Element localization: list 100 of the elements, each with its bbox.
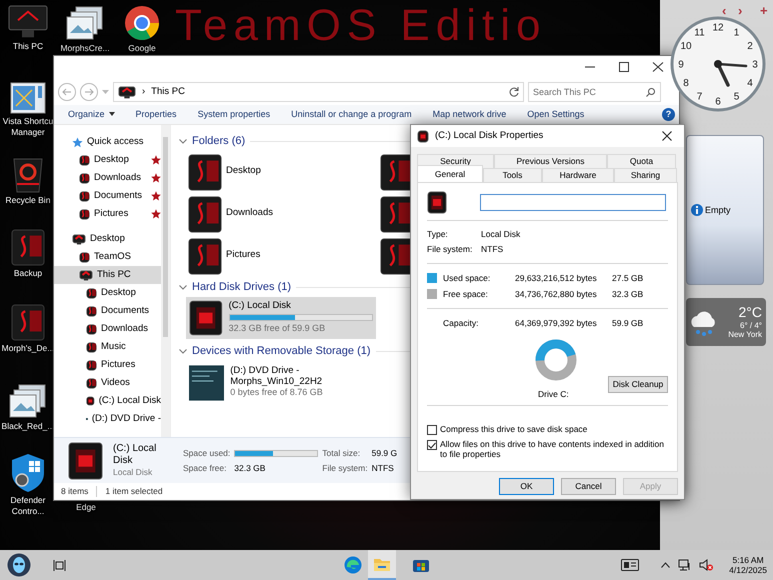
refresh-icon[interactable] — [509, 87, 519, 97]
clock-time[interactable]: 5:16 AM — [732, 554, 764, 565]
window-icon[interactable] — [10, 82, 46, 114]
info-icon — [691, 204, 703, 216]
toolbar-button[interactable]: Open Settings — [527, 109, 584, 120]
nav-item[interactable]: (D:) DVD Drive - — [54, 410, 161, 428]
folder-icon[interactable] — [188, 237, 222, 276]
name-field[interactable] — [480, 194, 666, 211]
nav-item[interactable]: Pictures — [54, 356, 161, 374]
image-stack-icon[interactable] — [66, 5, 104, 41]
size-value: 27.5 GB — [612, 272, 644, 284]
desktop-icon-label[interactable]: Google — [115, 43, 169, 54]
desktop-icon-label[interactable]: Backup — [1, 268, 55, 279]
shield-icon[interactable] — [10, 453, 46, 493]
disk-cleanup-button[interactable]: Disk Cleanup — [608, 376, 668, 393]
left-arrow-icon — [62, 88, 72, 96]
tab[interactable]: Hardware — [542, 168, 614, 182]
nav-item[interactable]: This PC — [54, 266, 161, 284]
nav-item[interactable]: Downloads — [54, 320, 161, 338]
item-name: (C:) Local Disk — [113, 443, 158, 468]
nav-item[interactable]: Documents — [54, 302, 161, 320]
checkbox-label[interactable]: Compress this drive to save disk space — [440, 424, 588, 435]
tab[interactable]: Quota — [607, 154, 676, 168]
checkbox-label[interactable]: Allow files on this drive to have contents indexed in addition to file properties — [440, 439, 668, 460]
nav-item[interactable]: (C:) Local Disk — [54, 392, 161, 410]
toolbar-button[interactable]: Map network drive — [432, 109, 506, 120]
chrome-icon[interactable] — [124, 5, 160, 41]
folder-icon — [79, 190, 90, 202]
checkbox[interactable] — [427, 440, 437, 450]
folder-name[interactable]: Pictures — [226, 249, 260, 261]
desktop-icon-label[interactable]: Recycle Bin — [1, 195, 55, 206]
folder-icon[interactable] — [188, 195, 222, 234]
temperature-range: 6° / 4° — [740, 320, 762, 330]
search-field[interactable]: Search This PC — [528, 82, 661, 102]
desktop-icon-label[interactable]: Black_Red_... — [1, 421, 55, 432]
nav-item[interactable]: Music — [54, 338, 161, 356]
toolbar-button[interactable]: Uninstall or change a program — [291, 109, 412, 120]
nav-item[interactable]: TeamOS — [54, 248, 161, 266]
checkbox[interactable] — [427, 425, 437, 435]
field-value: 59.9 G — [372, 448, 398, 458]
nav-item[interactable]: Downloads — [54, 169, 161, 187]
chevron-down-icon[interactable] — [179, 139, 187, 144]
nav-item[interactable]: Desktop — [54, 284, 161, 302]
toolbar-button[interactable]: Properties — [136, 109, 177, 120]
nav-item[interactable]: Quick access — [54, 133, 161, 151]
clock-date[interactable]: 4/12/2025 — [729, 565, 767, 576]
dialog-button[interactable]: OK — [499, 478, 554, 495]
scrollbar[interactable] — [161, 125, 170, 437]
folder-icon[interactable] — [188, 153, 222, 192]
computer-icon[interactable] — [8, 5, 48, 39]
help-button[interactable]: ? — [662, 108, 675, 121]
desktop-icon-label[interactable]: This PC — [1, 41, 55, 52]
desktop-icon-label[interactable]: Vista Shortcu Manager — [1, 116, 55, 138]
nav-item[interactable]: Videos — [54, 374, 161, 392]
pin-icon[interactable] — [151, 173, 161, 183]
image-stack-icon[interactable] — [9, 383, 47, 419]
tab[interactable]: Sharing — [614, 168, 677, 182]
address-bar[interactable]: › This PC — [113, 82, 524, 102]
gadget-control[interactable]: › — [738, 3, 742, 19]
drive-tile[interactable]: (D:) DVD Drive - Morphs_Win10_22H2 0 bytes free of 8.76 GB — [186, 362, 376, 404]
clock-numeral: 5 — [734, 92, 740, 102]
breadcrumb-item[interactable]: This PC — [151, 86, 185, 98]
store-icon — [412, 557, 430, 573]
drive-tile[interactable]: (C:) Local Disk 32.3 GB free of 59.9 GB — [186, 297, 376, 340]
pin-icon[interactable] — [151, 209, 161, 219]
chevron-down-icon[interactable] — [179, 285, 187, 290]
section-header[interactable]: Hard Disk Drives (1) — [192, 281, 292, 294]
dialog-button[interactable]: Cancel — [561, 478, 616, 495]
field-label: Space free: — [183, 462, 228, 473]
volume-icon[interactable] — [699, 559, 714, 571]
pin-icon[interactable] — [151, 191, 161, 201]
section-header[interactable]: Devices with Removable Storage (1) — [192, 345, 371, 359]
tab[interactable]: General — [417, 165, 483, 182]
byte-count: 64,369,979,392 bytes — [515, 318, 598, 328]
tab[interactable]: Previous Versions — [494, 154, 607, 168]
folder-name[interactable]: Downloads — [226, 207, 273, 219]
drive-icon — [417, 130, 429, 142]
nav-item[interactable]: Desktop — [54, 230, 161, 248]
desktop-icon-label[interactable]: Defender Contro... — [1, 495, 55, 516]
gadget-control[interactable]: + — [760, 3, 768, 19]
news-icon[interactable] — [621, 559, 640, 571]
desktop-icon-label[interactable]: Morph's_De... — [1, 343, 55, 354]
folder-name[interactable]: Desktop — [226, 165, 261, 177]
toolbar-button[interactable]: Organize — [68, 109, 115, 120]
nav-item[interactable]: Desktop — [54, 151, 161, 169]
tab[interactable]: Tools — [483, 168, 542, 182]
network-icon[interactable] — [678, 559, 692, 571]
folder-icon — [86, 377, 97, 389]
toolbar-button[interactable]: System properties — [198, 109, 270, 120]
nav-item[interactable]: Documents — [54, 187, 161, 205]
pin-icon[interactable] — [151, 155, 161, 165]
nav-item[interactable]: Pictures — [54, 205, 161, 223]
desktop-icon-label[interactable]: MorphsCre... — [58, 43, 112, 54]
start-button[interactable] — [7, 553, 31, 577]
desktop-icon-label[interactable]: Edge — [59, 502, 113, 513]
task-view-icon[interactable] — [53, 560, 66, 570]
section-header[interactable]: Folders (6) — [192, 135, 246, 148]
chevron-up-icon[interactable] — [661, 562, 670, 568]
chevron-down-icon[interactable] — [179, 349, 187, 354]
gadget-control[interactable]: ‹ — [722, 3, 726, 19]
